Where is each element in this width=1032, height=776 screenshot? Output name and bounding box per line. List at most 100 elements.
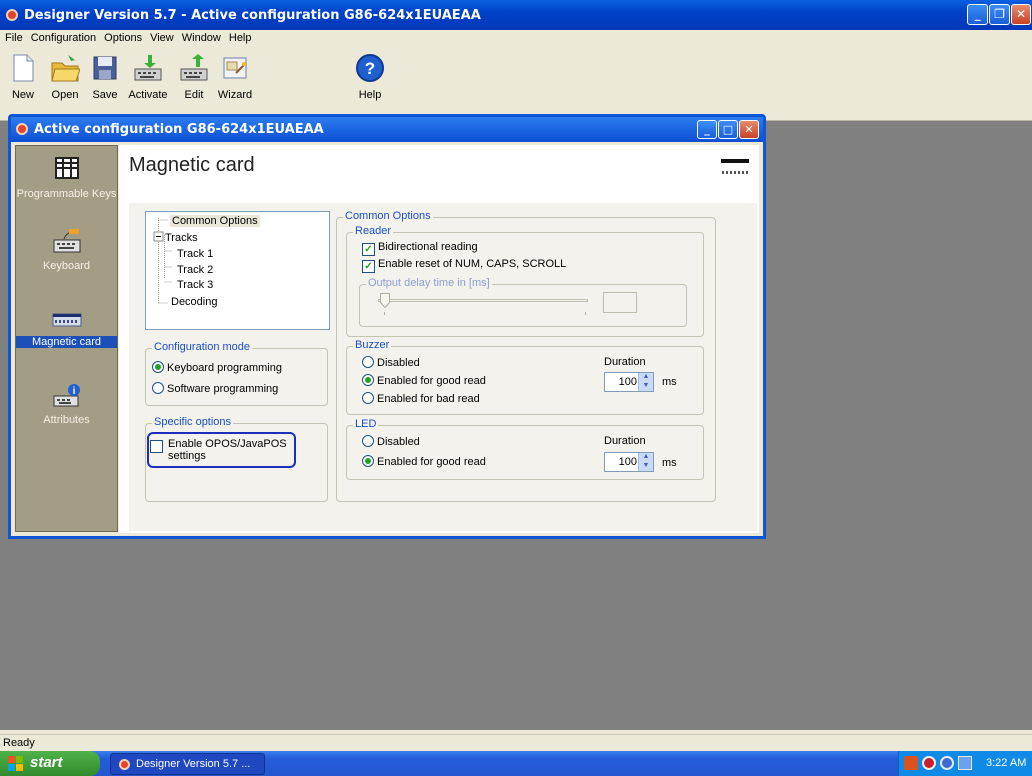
magnetic-card-icon (52, 304, 82, 330)
output-delay-slider[interactable] (380, 293, 390, 309)
led-duration-spinner[interactable]: 100 ▲ ▼ (604, 452, 654, 472)
buzzer-title: Buzzer (353, 339, 392, 351)
spin-up-icon[interactable]: ▲ (639, 373, 653, 382)
network-icon[interactable] (940, 756, 954, 770)
toolbar: New Open Save Activate Edit Wizard ? Hel… (0, 47, 1032, 121)
svg-text:?: ? (365, 59, 375, 78)
options-tree[interactable]: Common Options Tracks Track 1 Track 2 Tr… (145, 211, 330, 330)
minimize-button[interactable]: _ (967, 4, 988, 25)
radio-unselected-icon (362, 392, 374, 404)
help-icon: ? (355, 53, 385, 83)
activate-button[interactable]: Activate (128, 53, 168, 101)
led-title: LED (353, 418, 379, 430)
buzzer-good-read-radio[interactable]: Enabled for good read (362, 374, 486, 387)
radio-unselected-icon (152, 382, 164, 394)
taskbar-app-button[interactable]: Designer Version 5.7 ... (110, 753, 265, 775)
radio-unselected-icon (362, 356, 374, 368)
menu-window[interactable]: Window (177, 30, 224, 44)
spin-down-icon[interactable]: ▼ (639, 462, 653, 471)
keyboard-programming-radio[interactable]: Keyboard programming (152, 361, 282, 374)
output-delay-title: Output delay time in [ms] (366, 277, 492, 289)
tree-item-decoding[interactable]: Decoding (171, 296, 217, 308)
reader-title: Reader (353, 225, 394, 237)
menu-help[interactable]: Help (224, 30, 255, 44)
configuration-window-title: Active configuration G86-624x1EUAEAA (34, 122, 324, 137)
output-delay-group: Output delay time in [ms] (359, 277, 687, 327)
volume-icon[interactable] (958, 756, 972, 770)
tick-mark (384, 312, 385, 315)
tick-mark (585, 312, 586, 315)
child-close-button[interactable]: ✕ (739, 120, 759, 139)
software-programming-radio[interactable]: Software programming (152, 382, 278, 395)
child-maximize-button[interactable]: □ (718, 120, 738, 139)
configuration-window-title-bar[interactable]: Active configuration G86-624x1EUAEAA _ □… (11, 117, 763, 142)
start-button[interactable]: start (0, 751, 100, 776)
reader-group: Reader ✓ Bidirectional reading ✓ Enable re… (346, 225, 704, 337)
tree-item-track-1[interactable]: Track 1 (177, 248, 213, 260)
help-button[interactable]: ? Help (350, 53, 390, 101)
buzzer-unit: ms (662, 376, 677, 388)
tree-item-track-2[interactable]: Track 2 (177, 264, 213, 276)
status-bar: Ready (0, 734, 1032, 751)
status-text: Ready (3, 737, 35, 749)
configuration-mode-group: Configuration mode Keyboard programming … (145, 341, 328, 406)
page-title: Magnetic card (129, 154, 255, 176)
save-button[interactable]: Save (85, 53, 125, 101)
programmable-keys-icon (52, 156, 82, 182)
task-app-icon (119, 759, 130, 770)
configuration-mode-title: Configuration mode (152, 341, 253, 353)
led-good-read-radio[interactable]: Enabled for good read (362, 455, 486, 468)
buzzer-bad-read-radio[interactable]: Enabled for bad read (362, 392, 480, 405)
specific-options-group: Specific options Enable OPOS/JavaPOS set… (145, 416, 328, 502)
menu-options[interactable]: Options (99, 30, 145, 44)
category-sidebar: Programmable Keys Keyboard Magnetic card… (15, 145, 118, 532)
radio-selected-icon (362, 455, 374, 467)
menu-view[interactable]: View (145, 30, 177, 44)
child-minimize-button[interactable]: _ (697, 120, 717, 139)
menu-configuration[interactable]: Configuration (26, 30, 99, 44)
bidirectional-reading-checkbox[interactable]: ✓ Bidirectional reading (362, 241, 478, 256)
restore-button[interactable]: ❐ (989, 4, 1010, 25)
specific-options-title: Specific options (152, 416, 234, 428)
enable-reset-checkbox[interactable]: ✓ Enable reset of NUM, CAPS, SCROLL (362, 258, 566, 273)
tray-app-icon[interactable] (904, 756, 918, 770)
app-title: Designer Version 5.7 - Active configurat… (24, 8, 481, 23)
attributes-icon: i (52, 382, 82, 408)
close-button[interactable]: ✕ (1011, 4, 1031, 25)
opos-checkbox[interactable] (150, 440, 166, 454)
sidebar-item-attributes[interactable]: i Attributes (16, 382, 117, 426)
open-button[interactable]: Open (45, 53, 85, 101)
wizard-button[interactable]: Wizard (215, 53, 255, 101)
buzzer-duration-spinner[interactable]: 100 ▲ ▼ (604, 372, 654, 392)
new-button[interactable]: New (3, 53, 43, 101)
activate-keyboard-icon (133, 53, 163, 83)
sidebar-item-programmable-keys[interactable]: Programmable Keys (16, 156, 117, 200)
opos-label[interactable]: Enable OPOS/JavaPOS settings (168, 438, 298, 462)
windows-flag-icon (8, 756, 23, 771)
system-tray: 3:22 AM (898, 751, 1032, 776)
menu-file[interactable]: File (0, 30, 26, 44)
keyboard-icon (52, 228, 82, 254)
spin-up-icon[interactable]: ▲ (639, 453, 653, 462)
led-unit: ms (662, 457, 677, 469)
radio-selected-icon (362, 374, 374, 386)
common-options-title: Common Options (343, 210, 433, 222)
edit-button[interactable]: Edit (174, 53, 214, 101)
buzzer-disabled-radio[interactable]: Disabled (362, 356, 420, 369)
output-delay-input[interactable] (603, 292, 637, 313)
magnetic-card-header-icon (721, 157, 749, 179)
sidebar-item-magnetic-card[interactable]: Magnetic card (16, 304, 117, 348)
app-title-bar[interactable]: Designer Version 5.7 - Active configurat… (0, 0, 1032, 30)
security-shield-icon[interactable] (922, 756, 936, 770)
buzzer-group: Buzzer Disabled Enabled for good read En… (346, 339, 704, 415)
tree-item-common-options[interactable]: Common Options (170, 215, 260, 227)
spin-down-icon[interactable]: ▼ (639, 382, 653, 391)
sidebar-item-keyboard[interactable]: Keyboard (16, 228, 117, 272)
clock: 3:22 AM (986, 757, 1027, 769)
tree-item-tracks[interactable]: Tracks (165, 232, 198, 244)
app-icon (6, 9, 18, 21)
tree-item-track-3[interactable]: Track 3 (177, 279, 213, 291)
led-disabled-radio[interactable]: Disabled (362, 435, 420, 448)
open-folder-icon (50, 53, 81, 83)
save-disk-icon (90, 53, 120, 83)
